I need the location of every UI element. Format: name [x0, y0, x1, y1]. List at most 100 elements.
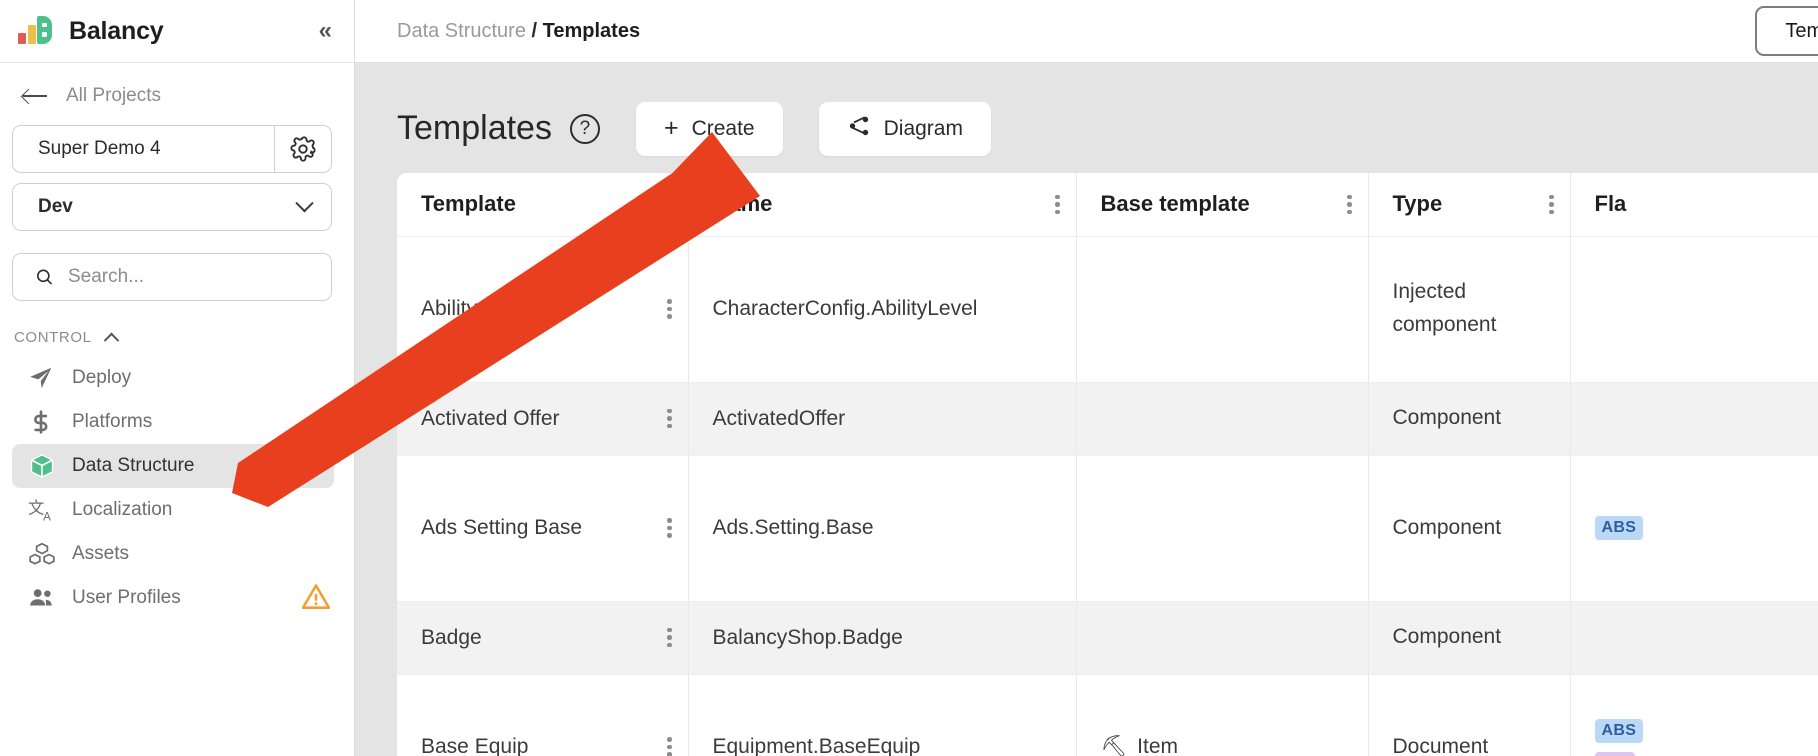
templates-table: Template Name Base tem — [397, 173, 1818, 756]
column-label: Type — [1393, 191, 1544, 217]
topbar: Data Structure / Templates Templates Enu… — [355, 0, 1818, 63]
dollar-icon — [28, 409, 62, 435]
cell-type: Injected component — [1368, 236, 1570, 382]
warning-icon[interactable] — [302, 583, 330, 614]
share-nodes-icon — [847, 114, 871, 144]
sidebar-header: Balancy « — [0, 0, 354, 63]
column-label: Base template — [1101, 191, 1342, 217]
sidebar-item-platforms[interactable]: Platforms — [12, 400, 334, 444]
cell-name: Ads.Setting.Base — [688, 455, 1076, 601]
cell-flags — [1570, 382, 1818, 455]
sidebar-collapse-icon[interactable]: « — [319, 19, 332, 43]
tab-templates[interactable]: Templates — [1755, 6, 1818, 56]
cell-flags — [1570, 236, 1818, 382]
sidebar-item-assets[interactable]: Assets — [12, 532, 334, 576]
search-input[interactable] — [68, 266, 313, 288]
cell-name: Equipment.BaseEquip — [688, 674, 1076, 756]
sidebar-section-title: CONTROL — [14, 329, 92, 346]
cell-type: Document — [1368, 674, 1570, 756]
kebab-menu-icon[interactable] — [1543, 189, 1570, 221]
cell-name: ActivatedOffer — [688, 382, 1076, 455]
svg-text:A: A — [43, 511, 51, 524]
diagram-button-label: Diagram — [884, 117, 963, 141]
kebab-menu-icon[interactable] — [661, 622, 688, 654]
template-name: Base Equip — [421, 735, 661, 756]
kebab-menu-icon[interactable] — [661, 293, 688, 325]
sidebar-item-data-structure[interactable]: Data Structure — [12, 444, 334, 488]
column-header-template[interactable]: Template — [397, 173, 688, 236]
balancy-logo-icon — [18, 16, 52, 46]
table-row[interactable]: Ability Level CharacterConfig.AbilityLev… — [397, 236, 1818, 382]
sidebar-item-user-profiles[interactable]: User Profiles — [12, 576, 334, 620]
cell-flags — [1570, 601, 1818, 674]
table-row[interactable]: Activated Offer ActivatedOffer Component — [397, 382, 1818, 455]
project-selector[interactable]: Super Demo 4 — [12, 125, 332, 173]
sidebar: Balancy « All Projects Super Demo 4 Dev — [0, 0, 355, 756]
create-button-label: Create — [692, 117, 755, 141]
cell-template: Activated Offer — [397, 382, 688, 455]
sidebar-item-deploy[interactable]: Deploy — [12, 356, 334, 400]
project-name: Super Demo 4 — [13, 126, 274, 172]
pickaxe-icon: ⛏ — [1101, 735, 1128, 756]
paper-plane-icon — [28, 365, 62, 391]
breadcrumb: Data Structure / Templates — [397, 20, 640, 43]
cell-flags: ABS — [1570, 455, 1818, 601]
translate-icon: 文 A — [28, 496, 62, 524]
svg-text:文: 文 — [28, 499, 44, 518]
kebab-menu-icon[interactable] — [661, 403, 688, 435]
chevron-down-icon — [295, 194, 313, 212]
breadcrumb-parent[interactable]: Data Structure — [397, 20, 526, 42]
cell-flags: ABS INT — [1570, 674, 1818, 756]
create-button[interactable]: + Create — [636, 102, 783, 156]
project-settings-button[interactable] — [274, 126, 331, 172]
cell-base-template — [1076, 455, 1368, 601]
column-label: Fla — [1595, 191, 1818, 217]
flag-chip: INT — [1595, 752, 1636, 756]
cell-base-template: ⛏ Item — [1076, 674, 1368, 756]
column-header-type[interactable]: Type — [1368, 173, 1570, 236]
kebab-menu-icon[interactable] — [661, 189, 688, 221]
column-header-base-template[interactable]: Base template — [1076, 173, 1368, 236]
table-row[interactable]: Badge BalancyShop.Badge Component — [397, 601, 1818, 674]
base-template-name: Item — [1137, 735, 1178, 756]
sidebar-item-label: Deploy — [72, 367, 131, 389]
kebab-menu-icon[interactable] — [661, 512, 688, 544]
cell-base-template — [1076, 601, 1368, 674]
template-name: Activated Offer — [421, 407, 661, 431]
sidebar-search[interactable] — [12, 253, 332, 301]
template-name: Badge — [421, 626, 661, 650]
breadcrumb-current: Templates — [543, 20, 640, 42]
templates-table-container: Template Name Base tem — [397, 173, 1818, 756]
column-header-flags[interactable]: Fla — [1570, 173, 1818, 236]
chevron-up-icon[interactable] — [103, 333, 119, 349]
table-header: Template Name Base tem — [397, 173, 1818, 236]
sidebar-item-label: Data Structure — [72, 455, 195, 477]
users-icon — [28, 585, 62, 611]
all-projects-link[interactable]: All Projects — [0, 63, 354, 125]
sidebar-section-control[interactable]: CONTROL — [0, 301, 354, 350]
cell-template: Ability Level — [397, 236, 688, 382]
sidebar-item-label: User Profiles — [72, 587, 181, 609]
column-label: Template — [421, 191, 661, 217]
sidebar-item-label: Platforms — [72, 411, 152, 433]
flag-chip: ABS — [1595, 719, 1644, 743]
arrow-left-icon — [22, 87, 48, 105]
table-row[interactable]: Base Equip Equipment.BaseEquip ⛏ Item Do… — [397, 674, 1818, 756]
main-content: Data Structure / Templates Templates Enu… — [355, 0, 1818, 756]
column-header-name[interactable]: Name — [688, 173, 1076, 236]
sidebar-item-localization[interactable]: 文 A Localization — [12, 488, 334, 532]
table-row[interactable]: Ads Setting Base Ads.Setting.Base Compon… — [397, 455, 1818, 601]
kebab-menu-icon[interactable] — [1049, 189, 1076, 221]
flag-chip: ABS — [1595, 516, 1644, 540]
boxes-icon — [28, 541, 62, 567]
kebab-menu-icon[interactable] — [661, 731, 688, 756]
environment-selector[interactable]: Dev — [12, 183, 332, 231]
diagram-button[interactable]: Diagram — [819, 102, 991, 156]
search-icon — [35, 264, 54, 290]
question-mark-icon[interactable]: ? — [570, 114, 600, 144]
kebab-menu-icon[interactable] — [1341, 189, 1368, 221]
cell-template: Base Equip — [397, 674, 688, 756]
cell-template: Ads Setting Base — [397, 455, 688, 601]
template-name: Ability Level — [421, 297, 661, 321]
cell-type: Component — [1368, 455, 1570, 601]
